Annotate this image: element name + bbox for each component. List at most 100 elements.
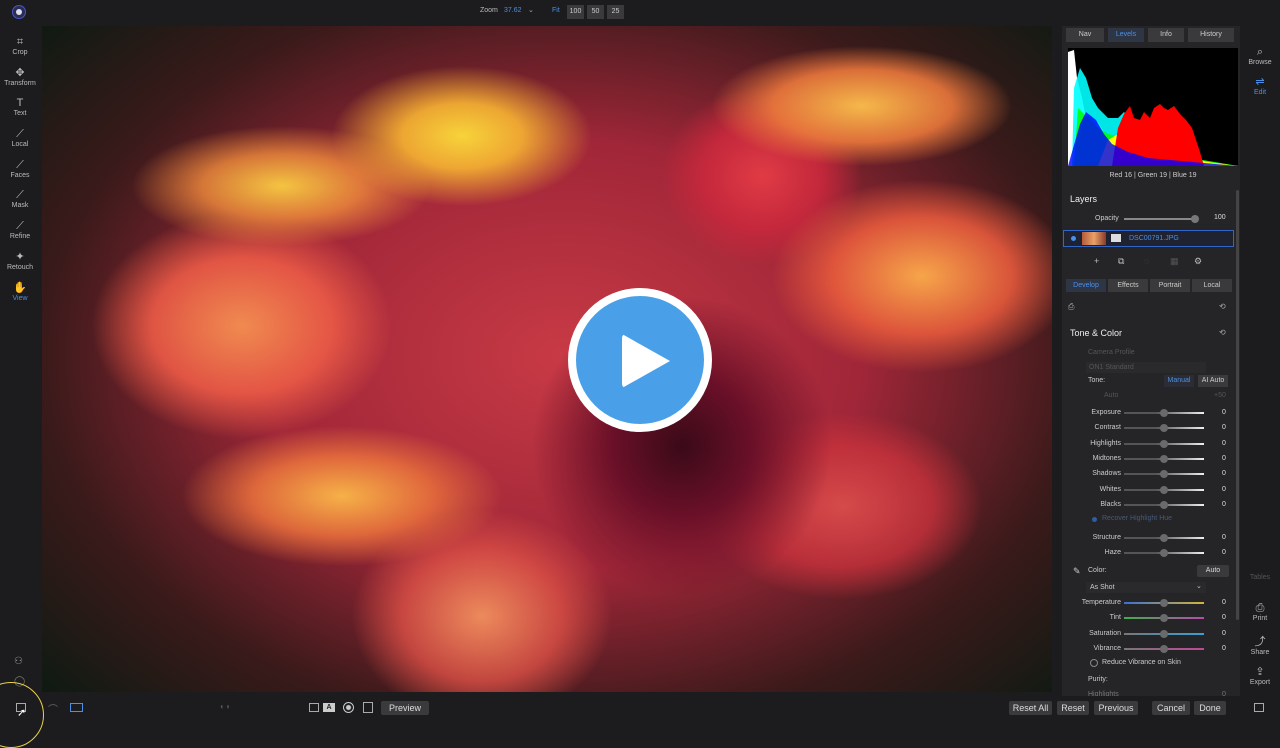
tool-mask[interactable]: ⟋ Mask: [0, 189, 40, 220]
layer-name[interactable]: DSC00791.JPG: [1129, 235, 1179, 242]
tab-develop[interactable]: Develop: [1066, 279, 1106, 292]
tone-ai-auto-button[interactable]: AI Auto: [1198, 375, 1228, 387]
tool-retouch[interactable]: ✦ Retouch: [0, 251, 40, 282]
slider-knob[interactable]: [1160, 534, 1168, 542]
tool-faces[interactable]: ⟋ Faces: [0, 159, 40, 190]
slider-label: Exposure: [1091, 409, 1121, 416]
slider-value[interactable]: 0: [1222, 409, 1226, 416]
reduce-vibrance-checkbox[interactable]: [1090, 659, 1098, 667]
reset-button[interactable]: Reset: [1057, 701, 1089, 715]
slider-knob[interactable]: [1160, 549, 1168, 557]
compare-view-icon[interactable]: [70, 703, 83, 712]
slider-value[interactable]: 0: [1222, 549, 1226, 556]
slider-knob[interactable]: [1160, 454, 1168, 463]
tool-refine[interactable]: ⟋ Refine: [0, 220, 40, 251]
mask-overlay-icon[interactable]: ◐◑: [220, 702, 230, 711]
slider-knob[interactable]: [1160, 439, 1168, 448]
slider-value[interactable]: 0: [1222, 455, 1226, 462]
slider-value[interactable]: 0: [1222, 486, 1226, 493]
opacity-slider-knob[interactable]: [1191, 215, 1199, 223]
delete-layer-icon[interactable]: ▦: [1170, 256, 1179, 267]
tab-levels[interactable]: Levels: [1108, 28, 1144, 42]
faces-icon: ⟋: [16, 158, 24, 171]
slider-value[interactable]: 0: [1222, 470, 1226, 477]
chevron-down-icon[interactable]: ⌄: [1196, 582, 1202, 590]
recover-highlight-toggle[interactable]: [1092, 517, 1097, 522]
tab-effects[interactable]: Effects: [1108, 279, 1148, 292]
panel-scrollbar[interactable]: [1236, 190, 1239, 620]
slider-knob[interactable]: [1160, 644, 1168, 653]
fit-view-icon[interactable]: [309, 703, 319, 712]
slider-knob[interactable]: [1160, 409, 1168, 417]
opacity-value[interactable]: 100: [1214, 214, 1226, 221]
crop-overlay-icon[interactable]: ⌒: [48, 701, 58, 716]
reset-all-button[interactable]: Reset All: [1009, 701, 1052, 715]
tab-local[interactable]: Local: [1192, 279, 1232, 292]
eyedropper-icon[interactable]: ✎: [1073, 566, 1081, 577]
merge-layer-icon[interactable]: ◌: [1144, 256, 1149, 266]
module-export[interactable]: ⇪ Export: [1240, 666, 1280, 686]
slider-knob[interactable]: [1160, 500, 1168, 509]
presets-icon[interactable]: ⎙: [1068, 302, 1074, 312]
slider-knob[interactable]: [1160, 599, 1168, 607]
camera-profile-select[interactable]: ON1 Standard: [1086, 362, 1206, 373]
slider-value[interactable]: 0: [1222, 440, 1226, 447]
tool-view[interactable]: ✋ View: [0, 282, 40, 313]
color-auto-button[interactable]: Auto: [1197, 565, 1229, 577]
tone-manual-button[interactable]: Manual: [1164, 375, 1194, 387]
tool-local[interactable]: ⟋ Local: [0, 128, 40, 159]
text-overlay-icon[interactable]: A: [323, 703, 335, 712]
zoom-100-button[interactable]: 100: [567, 5, 584, 19]
cancel-button[interactable]: Cancel: [1152, 701, 1190, 715]
slider-value[interactable]: 0: [1222, 534, 1226, 541]
compare-toggle-icon[interactable]: [363, 702, 373, 713]
module-print[interactable]: ⎙ Print: [1240, 602, 1280, 622]
reset-panel-icon[interactable]: ⟲: [1219, 302, 1226, 311]
slider-knob[interactable]: [1160, 485, 1168, 494]
zoom-value[interactable]: 37.62: [504, 7, 522, 14]
tool-text[interactable]: T Text: [0, 97, 40, 128]
user-settings-icon[interactable]: ⚇: [14, 656, 23, 667]
layer-mask-icon[interactable]: [1111, 234, 1121, 242]
slider-value[interactable]: 0: [1222, 424, 1226, 431]
auto-label: Auto: [1104, 392, 1119, 399]
tool-label: Mask: [11, 202, 29, 210]
zoom-25-button[interactable]: 25: [607, 5, 624, 19]
photo-canvas[interactable]: [42, 26, 1052, 692]
zoom-50-button[interactable]: 50: [587, 5, 604, 19]
preview-button[interactable]: Preview: [381, 701, 429, 715]
toggle-panel-icon[interactable]: [1254, 703, 1264, 712]
tab-info[interactable]: Info: [1148, 28, 1184, 42]
slider-value[interactable]: 0: [1222, 645, 1226, 652]
reset-tone-icon[interactable]: ⟲: [1219, 328, 1226, 337]
tool-crop[interactable]: ⌗ Crop: [0, 36, 40, 67]
red-label: Red: [1109, 172, 1123, 179]
zoom-fit-button[interactable]: Fit: [552, 7, 560, 14]
app-logo-icon[interactable]: [12, 5, 26, 19]
slider-value[interactable]: 0: [1222, 630, 1226, 637]
slider-value[interactable]: 0: [1222, 614, 1226, 621]
white-balance-select[interactable]: As Shot: [1086, 582, 1206, 593]
module-tables[interactable]: Tables: [1240, 574, 1280, 581]
done-button[interactable]: Done: [1194, 701, 1226, 715]
slider-knob[interactable]: [1160, 629, 1168, 638]
chevron-down-icon[interactable]: ⌄: [528, 6, 534, 14]
mask-view-icon[interactable]: [343, 702, 354, 713]
module-edit[interactable]: ⇌ Edit: [1240, 76, 1280, 96]
slider-value[interactable]: 0: [1222, 501, 1226, 508]
slider-value[interactable]: 0: [1222, 599, 1226, 606]
module-share[interactable]: ⤴ Share: [1240, 636, 1280, 656]
recover-highlight-label: Recover Highlight Hue: [1102, 515, 1173, 522]
tab-nav[interactable]: Nav: [1066, 28, 1104, 42]
add-layer-icon[interactable]: +: [1094, 256, 1099, 266]
previous-button[interactable]: Previous: [1094, 701, 1138, 715]
tool-transform[interactable]: ✥ Transform: [0, 67, 40, 98]
duplicate-layer-icon[interactable]: ⧉: [1118, 256, 1124, 267]
tab-history[interactable]: History: [1188, 28, 1234, 42]
tone-color-header[interactable]: Tone & Color: [1070, 328, 1122, 338]
opacity-slider[interactable]: [1124, 218, 1196, 220]
module-browse[interactable]: ⌕ Browse: [1240, 46, 1280, 66]
layer-settings-gear-icon[interactable]: ⚙: [1194, 256, 1202, 267]
layer-visibility-icon[interactable]: [1071, 236, 1076, 241]
tab-portrait[interactable]: Portrait: [1150, 279, 1190, 292]
